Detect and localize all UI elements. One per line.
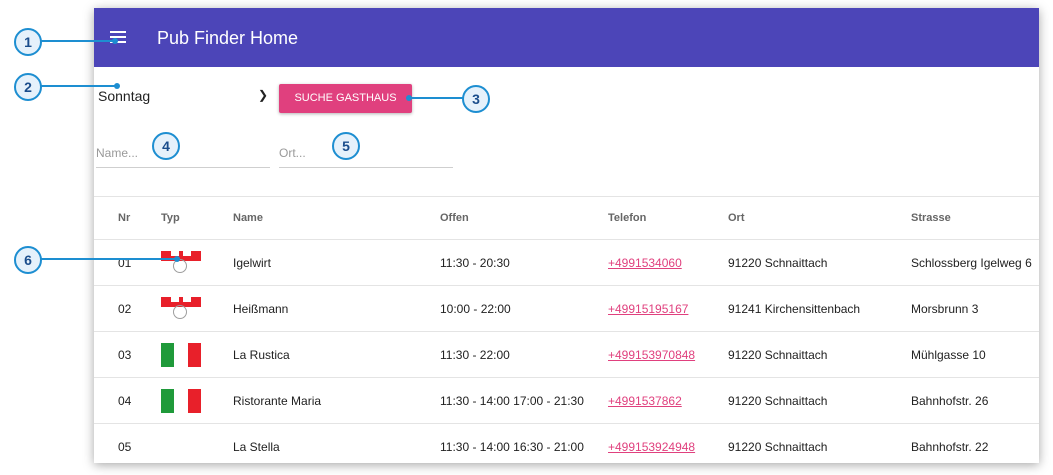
row-typ — [161, 286, 201, 331]
callout-6-leader — [40, 258, 178, 260]
row-nr: 02 — [118, 301, 132, 316]
column-header-offen[interactable]: Offen — [440, 197, 469, 239]
row-offen: 10:00 - 22:00 — [440, 301, 511, 316]
callout-6: 6 — [14, 246, 42, 274]
row-name: Heißmann — [233, 301, 289, 316]
toolbar: Pub Finder Home — [94, 8, 1039, 67]
search-button[interactable]: SUCHE GASTHAUS — [279, 84, 412, 113]
day-select-value: Sonntag — [98, 88, 151, 104]
table-row[interactable]: 03 La Rustica 11:30 - 22:00 +49915397084… — [94, 332, 1039, 378]
row-nr: 03 — [118, 347, 132, 362]
menu-icon[interactable] — [108, 28, 128, 46]
table-row[interactable]: 02 Heißmann 10:00 - 22:00 +49915195167 9… — [94, 286, 1039, 332]
name-input[interactable]: Name... — [96, 146, 270, 168]
row-name: Igelwirt — [233, 255, 272, 270]
row-telefon-link[interactable]: +499153970848 — [608, 332, 695, 377]
row-ort: 91220 Schnaittach — [728, 347, 828, 362]
row-nr: 01 — [118, 255, 132, 270]
row-telefon-link[interactable]: +499153924948 — [608, 424, 695, 463]
italian-flag-icon — [161, 342, 201, 367]
row-offen: 11:30 - 14:00 17:00 - 21:30 — [440, 393, 584, 408]
row-offen: 11:30 - 22:00 — [440, 347, 510, 362]
row-offen: 11:30 - 20:30 — [440, 255, 510, 270]
row-ort: 91220 Schnaittach — [728, 255, 828, 270]
row-telefon-link[interactable]: +49915195167 — [608, 286, 688, 331]
app-window: Pub Finder Home Sonntag ❯ SUCHE GASTHAUS… — [94, 8, 1039, 463]
row-strasse: Mühlgasse 10 — [911, 347, 986, 362]
row-name: Ristorante Maria — [233, 393, 322, 408]
table-row[interactable]: 01 Igelwirt 11:30 - 20:30 +4991534060 91… — [94, 240, 1039, 286]
row-telefon-link[interactable]: +4991534060 — [608, 240, 682, 285]
table-row[interactable]: 04 Ristorante Maria 11:30 - 14:00 17:00 … — [94, 378, 1039, 424]
row-ort: 91241 Kirchensittenbach — [728, 301, 861, 316]
callout-2-dot — [114, 83, 120, 89]
column-header-telefon[interactable]: Telefon — [608, 197, 646, 239]
callout-2: 2 — [14, 73, 42, 101]
callout-2-leader — [40, 85, 118, 87]
row-nr: 04 — [118, 393, 132, 408]
chevron-down-icon: ❯ — [257, 88, 268, 102]
table-row[interactable]: 05 La Stella 11:30 - 14:00 16:30 - 21:00… — [94, 424, 1039, 463]
row-strasse: Schlossberg Igelweg 6 — [911, 255, 1032, 270]
row-name: La Stella — [233, 439, 280, 454]
franconian-flag-icon — [161, 250, 201, 275]
callout-3: 3 — [462, 85, 490, 113]
callout-3-dot — [406, 95, 412, 101]
row-typ — [161, 378, 201, 423]
column-header-name[interactable]: Name — [233, 197, 263, 239]
row-strasse: Bahnhofstr. 26 — [911, 393, 989, 408]
row-ort: 91220 Schnaittach — [728, 439, 828, 454]
column-header-typ[interactable]: Typ — [161, 197, 180, 239]
italian-flag-icon — [161, 388, 201, 413]
table-header: Nr Typ Name Offen Telefon Ort Strasse — [94, 197, 1039, 240]
row-typ — [161, 240, 201, 285]
column-header-strasse[interactable]: Strasse — [911, 197, 951, 239]
row-name: La Rustica — [233, 347, 290, 362]
ort-input[interactable]: Ort... — [279, 146, 453, 168]
callout-6-dot — [174, 256, 180, 262]
callout-1-leader — [40, 40, 116, 42]
callout-5: 5 — [332, 132, 360, 160]
callout-1: 1 — [14, 28, 42, 56]
page-title: Pub Finder Home — [157, 28, 299, 48]
pub-table: Nr Typ Name Offen Telefon Ort Strasse 01… — [94, 196, 1039, 463]
column-header-ort[interactable]: Ort — [728, 197, 745, 239]
callout-4: 4 — [152, 132, 180, 160]
row-typ — [161, 332, 201, 377]
callout-1-dot — [112, 38, 118, 44]
column-header-nr[interactable]: Nr — [118, 197, 130, 239]
row-telefon-link[interactable]: +4991537862 — [608, 378, 682, 423]
row-strasse: Morsbrunn 3 — [911, 301, 979, 316]
franconian-flag-icon — [161, 296, 201, 321]
callout-3-leader — [408, 97, 464, 99]
row-ort: 91220 Schnaittach — [728, 393, 828, 408]
day-select[interactable]: Sonntag ❯ — [98, 88, 268, 110]
row-strasse: Bahnhofstr. 22 — [911, 439, 989, 454]
row-nr: 05 — [118, 439, 132, 454]
row-offen: 11:30 - 14:00 16:30 - 21:00 — [440, 439, 584, 454]
